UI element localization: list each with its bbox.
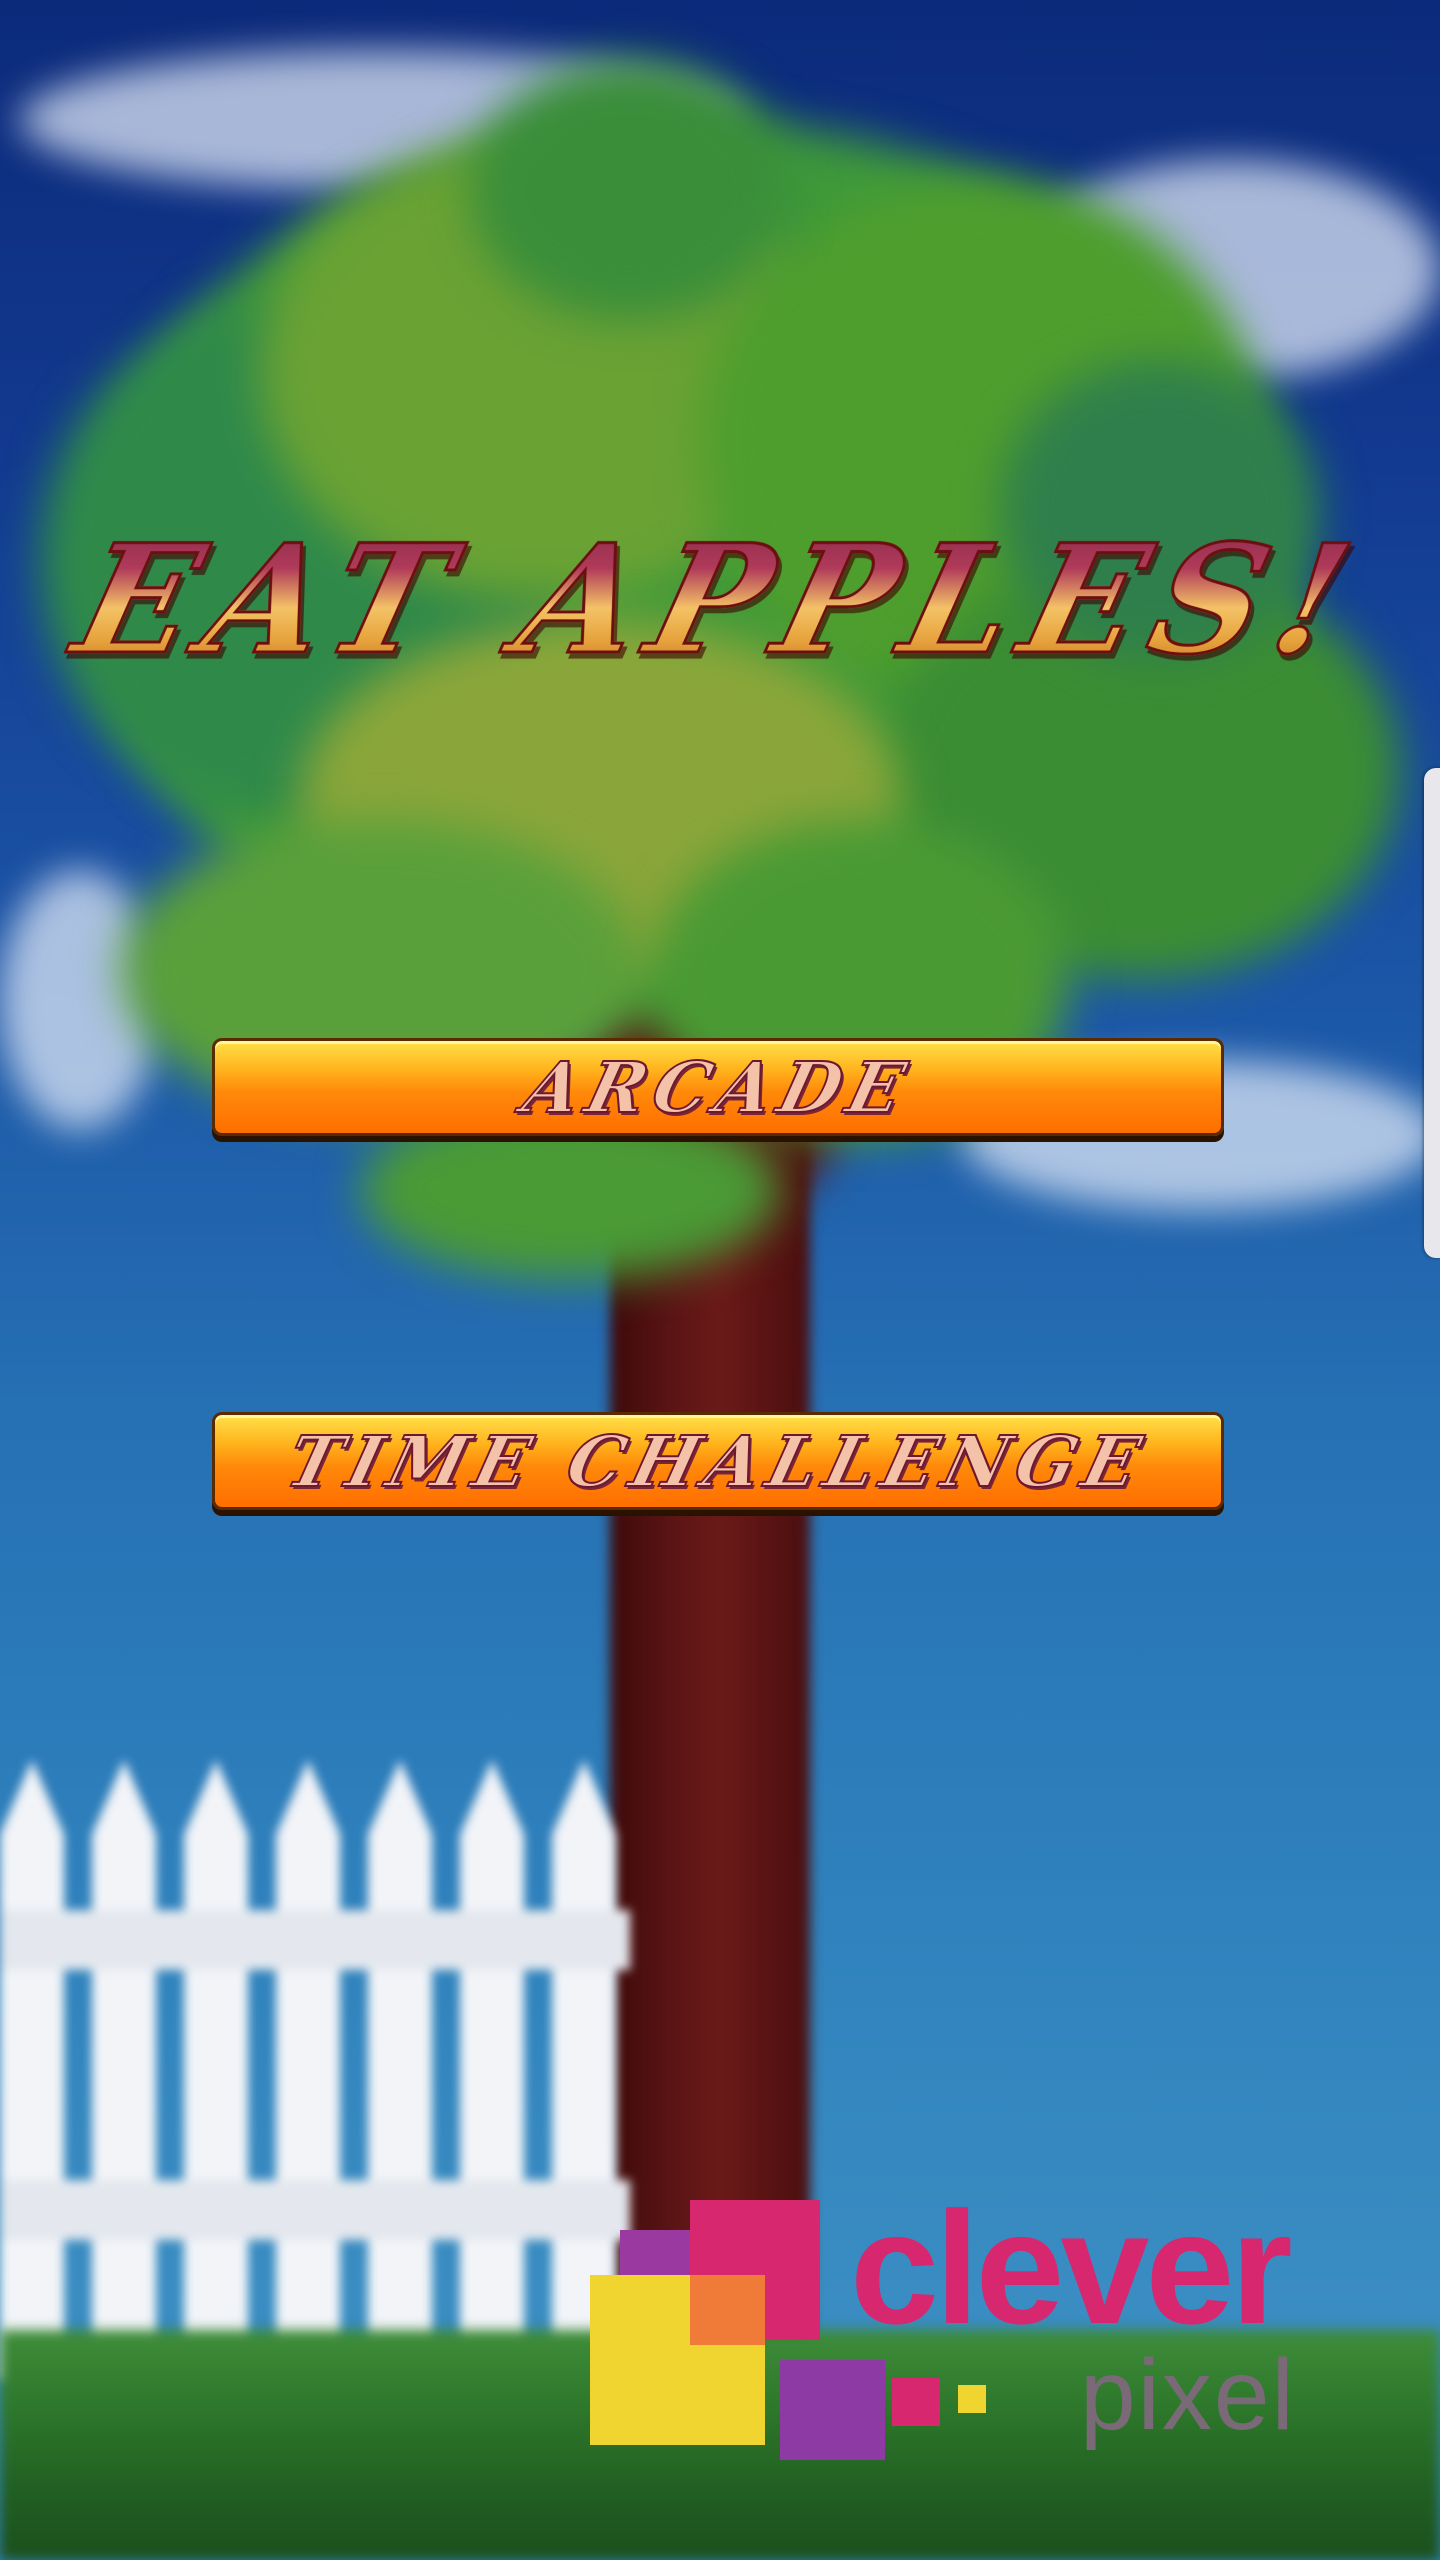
logo-subword: pixel xyxy=(1080,2339,1296,2451)
logo-word: clever xyxy=(850,2178,1293,2357)
edge-panel-handle[interactable] xyxy=(1424,768,1440,1258)
game-title: EAT APPLES! xyxy=(0,511,1440,690)
time-challenge-button[interactable]: TIME CHALLENGE xyxy=(212,1412,1224,1510)
picket-fence xyxy=(0,1760,630,2380)
logo-square xyxy=(958,2385,986,2413)
game-menu-screen: EAT APPLES! ARCADE TIME CHALLENGE clever… xyxy=(0,0,1440,2560)
logo-square xyxy=(690,2275,765,2345)
time-challenge-button-label: TIME CHALLENGE xyxy=(278,1419,1158,1504)
clever-pixel-logo: clever pixel xyxy=(590,2178,1350,2470)
arcade-button-label: ARCADE xyxy=(514,1045,921,1130)
logo-square xyxy=(892,2378,940,2426)
arcade-button[interactable]: ARCADE xyxy=(212,1038,1224,1136)
logo-square xyxy=(780,2360,885,2460)
